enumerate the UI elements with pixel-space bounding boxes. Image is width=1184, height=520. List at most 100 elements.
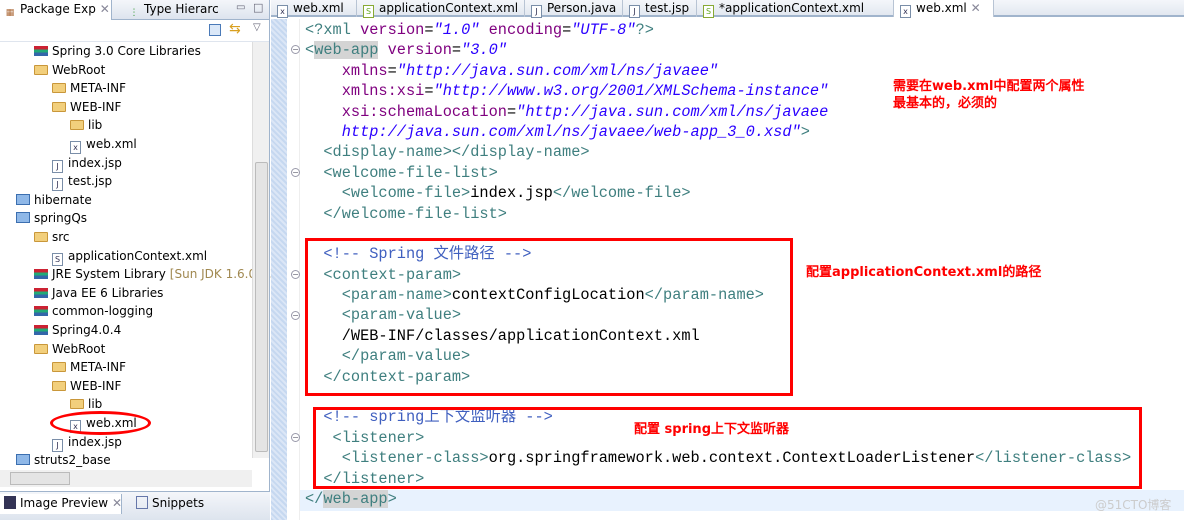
tree-item-label: web.xml xyxy=(86,137,137,151)
code-token: "1.0" xyxy=(433,21,480,39)
jsp-file-icon: J xyxy=(52,159,63,173)
folder-icon xyxy=(52,380,66,391)
code-token: xsi:schemaLocation xyxy=(305,102,507,121)
editor-tab[interactable]: S *applicationContext.xml xyxy=(697,0,894,18)
tree-item[interactable]: lib xyxy=(70,116,102,134)
code-token: index.jsp xyxy=(470,184,553,203)
library-icon xyxy=(34,269,48,280)
tree-item[interactable]: hibernate xyxy=(16,191,92,209)
view-menu-icon[interactable]: ▽ xyxy=(253,22,261,33)
tab-snippets[interactable]: Snippets xyxy=(132,494,210,514)
code-token: "UTF-8" xyxy=(571,21,636,39)
annotation-note: 需要在web.xml中配置两个属性 最基本的，必须的 xyxy=(893,79,1085,111)
code-token: xml xyxy=(323,21,361,39)
project-icon xyxy=(16,454,30,466)
code-token: < xyxy=(305,41,315,60)
package-icon: ▦ xyxy=(5,8,15,18)
library-icon xyxy=(34,287,48,298)
tree-item-label: index.jsp xyxy=(68,155,122,170)
folder-icon xyxy=(70,399,84,410)
tree-item-label: WebRoot xyxy=(52,62,106,77)
fold-ruler: − − − − − xyxy=(287,19,300,520)
code-token: > xyxy=(387,489,397,508)
folder-icon xyxy=(52,362,66,373)
xml-file-icon: x xyxy=(70,141,81,154)
minimize-icon[interactable]: ▭ xyxy=(236,2,245,13)
tree-item[interactable]: META-INF xyxy=(52,79,126,97)
image-icon xyxy=(4,496,16,509)
editor-tab-label: Person.java xyxy=(547,1,617,15)
code-token: http://java.sun.com/xml/ns/javaee/web-ap… xyxy=(305,122,801,141)
tree-item[interactable]: struts2_base xyxy=(16,451,111,469)
editor-tab-label: web.xml xyxy=(293,1,344,15)
tree-item[interactable]: Spring 3.0 Core Libraries xyxy=(34,42,201,60)
tab-image-preview[interactable]: Image Preview ✕ xyxy=(0,494,122,514)
code-line: </web-app> xyxy=(305,489,1131,509)
folder-icon xyxy=(52,83,66,94)
fold-toggle-icon[interactable]: − xyxy=(291,311,300,320)
fold-toggle-icon[interactable]: − xyxy=(291,433,300,442)
tree-item[interactable]: WEB-INF xyxy=(52,377,121,395)
tree-item[interactable]: Jindex.jsp xyxy=(52,433,122,452)
link-editor-icon[interactable]: ⇆ xyxy=(229,21,241,37)
tree-item[interactable]: JRE System Library [Sun JDK 1.6.0_13 xyxy=(34,265,277,283)
code-token: encoding xyxy=(479,21,563,39)
close-icon[interactable]: ✕ xyxy=(112,496,122,510)
tree-item[interactable]: x web.xml xyxy=(70,135,137,154)
package-icon xyxy=(34,232,48,242)
jsp-file-icon: J xyxy=(629,5,640,18)
fold-toggle-icon[interactable]: − xyxy=(291,270,300,279)
tree-item[interactable]: SapplicationContext.xml xyxy=(52,247,207,266)
code-line: <web-app version="3.0" xyxy=(305,40,1131,60)
tab-type-hierarchy[interactable]: ⋮ Type Hierarc xyxy=(124,0,225,20)
maximize-icon[interactable]: □ xyxy=(253,1,263,14)
code-token: <? xyxy=(305,21,324,39)
tree-item[interactable]: WebRoot xyxy=(34,340,105,358)
jsp-file-icon: J xyxy=(52,438,63,452)
tree-item[interactable]: common-logging xyxy=(34,302,153,320)
tree-item-label: lib xyxy=(88,397,103,412)
xml-file-icon: x xyxy=(277,5,288,18)
editor-tab[interactable]: Jtest.jsp xyxy=(623,0,697,18)
tree-item[interactable]: Jtest.jsp xyxy=(52,172,113,192)
tree-item[interactable]: Jindex.jsp xyxy=(52,154,122,173)
hierarchy-icon: ⋮ xyxy=(129,8,139,18)
editor-tab[interactable]: x web.xml xyxy=(271,0,357,18)
code-token: = xyxy=(424,21,434,39)
editor-tab-label: web.xml xyxy=(916,1,967,15)
close-icon[interactable]: ✕ xyxy=(100,2,110,16)
tree-item[interactable]: src xyxy=(34,228,70,246)
tree-item[interactable]: springQs xyxy=(16,209,87,227)
highlight-box-context-param xyxy=(305,238,793,396)
collapse-all-icon[interactable] xyxy=(209,24,221,36)
editor-tab[interactable]: J Person.java xyxy=(525,0,623,18)
library-icon xyxy=(34,306,48,317)
tree-vertical-scrollbar[interactable] xyxy=(252,42,269,458)
tree-item[interactable]: WEB-INF xyxy=(52,98,121,116)
tree-item[interactable]: WebRoot xyxy=(34,61,105,79)
code-token: </welcome-file> xyxy=(552,184,691,203)
tree-item-label: test.jsp xyxy=(68,174,113,189)
annotation-note: 配置 spring上下文监听器 xyxy=(634,422,789,437)
jsp-file-icon: J xyxy=(52,178,63,192)
tree-item[interactable]: Java EE 6 Libraries xyxy=(34,284,163,302)
tree-item-label: index.jsp xyxy=(68,434,122,449)
tree-item[interactable]: META-INF xyxy=(52,358,126,376)
close-icon[interactable]: ✕ xyxy=(967,1,981,15)
tree-horizontal-scrollbar[interactable] xyxy=(0,470,252,487)
tree-item-label: META-INF xyxy=(70,81,127,96)
tab-package-explorer[interactable]: ▦ Package Exp ✕ xyxy=(0,0,112,20)
editor-tab[interactable]: SapplicationContext.xml xyxy=(357,0,525,18)
code-token: web-app xyxy=(314,41,379,60)
tree-item-label: WEB-INF xyxy=(70,378,122,393)
fold-toggle-icon[interactable]: − xyxy=(291,45,300,54)
code-token: "http://java.sun.com/xml/ns/javaee" xyxy=(396,61,719,80)
tree-item[interactable]: Spring4.0.4 xyxy=(34,321,121,339)
fold-toggle-icon[interactable]: − xyxy=(291,168,300,177)
scrollbar-thumb[interactable] xyxy=(255,162,268,452)
editor-tab-bar: x web.xml SapplicationContext.xml J Person.j… xyxy=(271,0,1184,18)
spring-file-icon: S xyxy=(52,252,63,266)
scrollbar-thumb[interactable] xyxy=(10,472,70,485)
editor-tab[interactable]: x web.xml ✕ xyxy=(894,0,994,18)
code-token: xmlns:xsi xyxy=(305,82,425,101)
